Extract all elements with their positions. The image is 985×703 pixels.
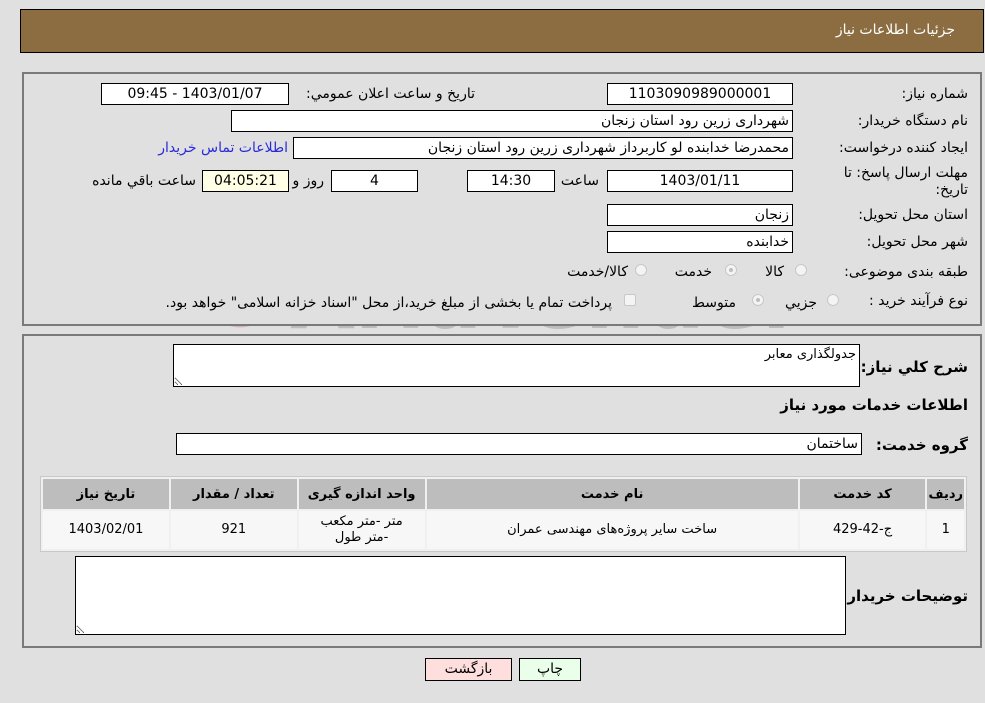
process-type-label: نوع فرآیند خرید : — [869, 293, 968, 309]
announce-datetime-field: 1403/01/07 - 09:45 — [101, 83, 289, 105]
table-header-row: ردیف کد خدمت نام خدمت واحد اندازه گیری ت… — [43, 479, 964, 509]
cell-unit: متر -متر مکعب -متر طول — [298, 511, 425, 549]
col-row-number: ردیف — [927, 479, 964, 509]
process-radio-minor[interactable] — [827, 294, 839, 306]
table-row: 1 ج-42-429 ساخت سایر پروژه‌های مهندسی عم… — [43, 511, 964, 549]
delivery-province-field: زنجان — [607, 204, 793, 226]
treasury-checkbox[interactable] — [624, 294, 636, 306]
cell-need-date: 1403/02/01 — [43, 511, 169, 549]
category-option-goods: کالا — [765, 264, 784, 280]
category-radio-goods[interactable] — [795, 264, 807, 276]
col-unit: واحد اندازه گیری — [298, 479, 425, 509]
process-option-minor: جزیي — [785, 295, 817, 311]
services-heading: اطلاعات خدمات مورد نیاز — [780, 396, 968, 414]
deadline-date-field: 1403/01/11 — [607, 170, 793, 192]
process-option-medium: متوسط — [692, 295, 736, 311]
treasury-note: پرداخت تمام یا بخشی از مبلغ خرید،از محل … — [165, 295, 612, 311]
col-need-date: تاریخ نیاز — [43, 479, 169, 509]
requester-field: محمدرضا خدابنده لو کاربرداز شهرداری زرین… — [293, 137, 793, 159]
deadline-label: مهلت ارسال پاسخ: تا تاریخ: — [843, 165, 968, 198]
services-table: ردیف کد خدمت نام خدمت واحد اندازه گیری ت… — [40, 476, 967, 552]
description-label: شرح کلي نیاز: — [860, 358, 968, 376]
time-remaining-field: 04:05:21 — [202, 170, 289, 192]
deadline-time-field: 14:30 — [467, 170, 555, 192]
category-label: طبقه بندی موضوعی: — [844, 264, 968, 280]
service-group-field: ساختمان — [176, 433, 862, 455]
col-service-name: نام خدمت — [426, 479, 798, 509]
process-radio-medium[interactable] — [752, 294, 764, 306]
days-label: روز و — [292, 173, 325, 189]
need-number-label: شماره نیاز: — [901, 86, 969, 102]
requester-label: ایجاد کننده درخواست: — [839, 140, 968, 156]
page-header: جزئیات اطلاعات نیاز — [20, 9, 984, 53]
category-radio-service[interactable] — [725, 264, 737, 276]
print-button[interactable]: چاپ — [519, 658, 581, 681]
category-option-goods-service: کالا/خدمت — [567, 264, 628, 280]
buyer-org-label: نام دستگاه خریدار: — [857, 113, 968, 129]
service-group-label: گروه خدمت: — [875, 436, 968, 454]
deadline-time-label: ساعت — [560, 173, 599, 189]
announce-datetime-label: تاریخ و ساعت اعلان عمومي: — [306, 86, 475, 102]
back-button[interactable]: بازگشت — [425, 658, 512, 681]
need-number-field: 1103090989000001 — [607, 83, 793, 105]
cell-row-number: 1 — [927, 511, 964, 549]
buyer-notes-textarea[interactable] — [75, 556, 846, 635]
buyer-contact-link[interactable]: اطلاعات تماس خریدار — [158, 140, 288, 156]
col-quantity: تعداد / مقدار — [170, 479, 297, 509]
category-radio-goods-service[interactable] — [635, 264, 647, 276]
category-option-service: خدمت — [674, 264, 712, 280]
delivery-city-field: خدابنده — [607, 231, 793, 253]
delivery-province-label: استان محل تحویل: — [858, 207, 968, 223]
buyer-org-field: شهرداری زرین رود استان زنجان — [231, 110, 793, 132]
description-textarea[interactable]: جدولگذاری معابر — [173, 344, 860, 387]
days-remaining-field: 4 — [331, 170, 418, 192]
page-title: جزئیات اطلاعات نیاز — [835, 22, 955, 38]
col-service-code: کد خدمت — [799, 479, 926, 509]
buyer-notes-label: توضیحات خریدار: — [841, 587, 968, 605]
time-remaining-label: ساعت باقي مانده — [92, 173, 196, 189]
cell-service-name: ساخت سایر پروژه‌های مهندسی عمران — [426, 511, 798, 549]
delivery-city-label: شهر محل تحویل: — [866, 234, 968, 250]
cell-quantity: 921 — [170, 511, 297, 549]
cell-service-code: ج-42-429 — [799, 511, 926, 549]
